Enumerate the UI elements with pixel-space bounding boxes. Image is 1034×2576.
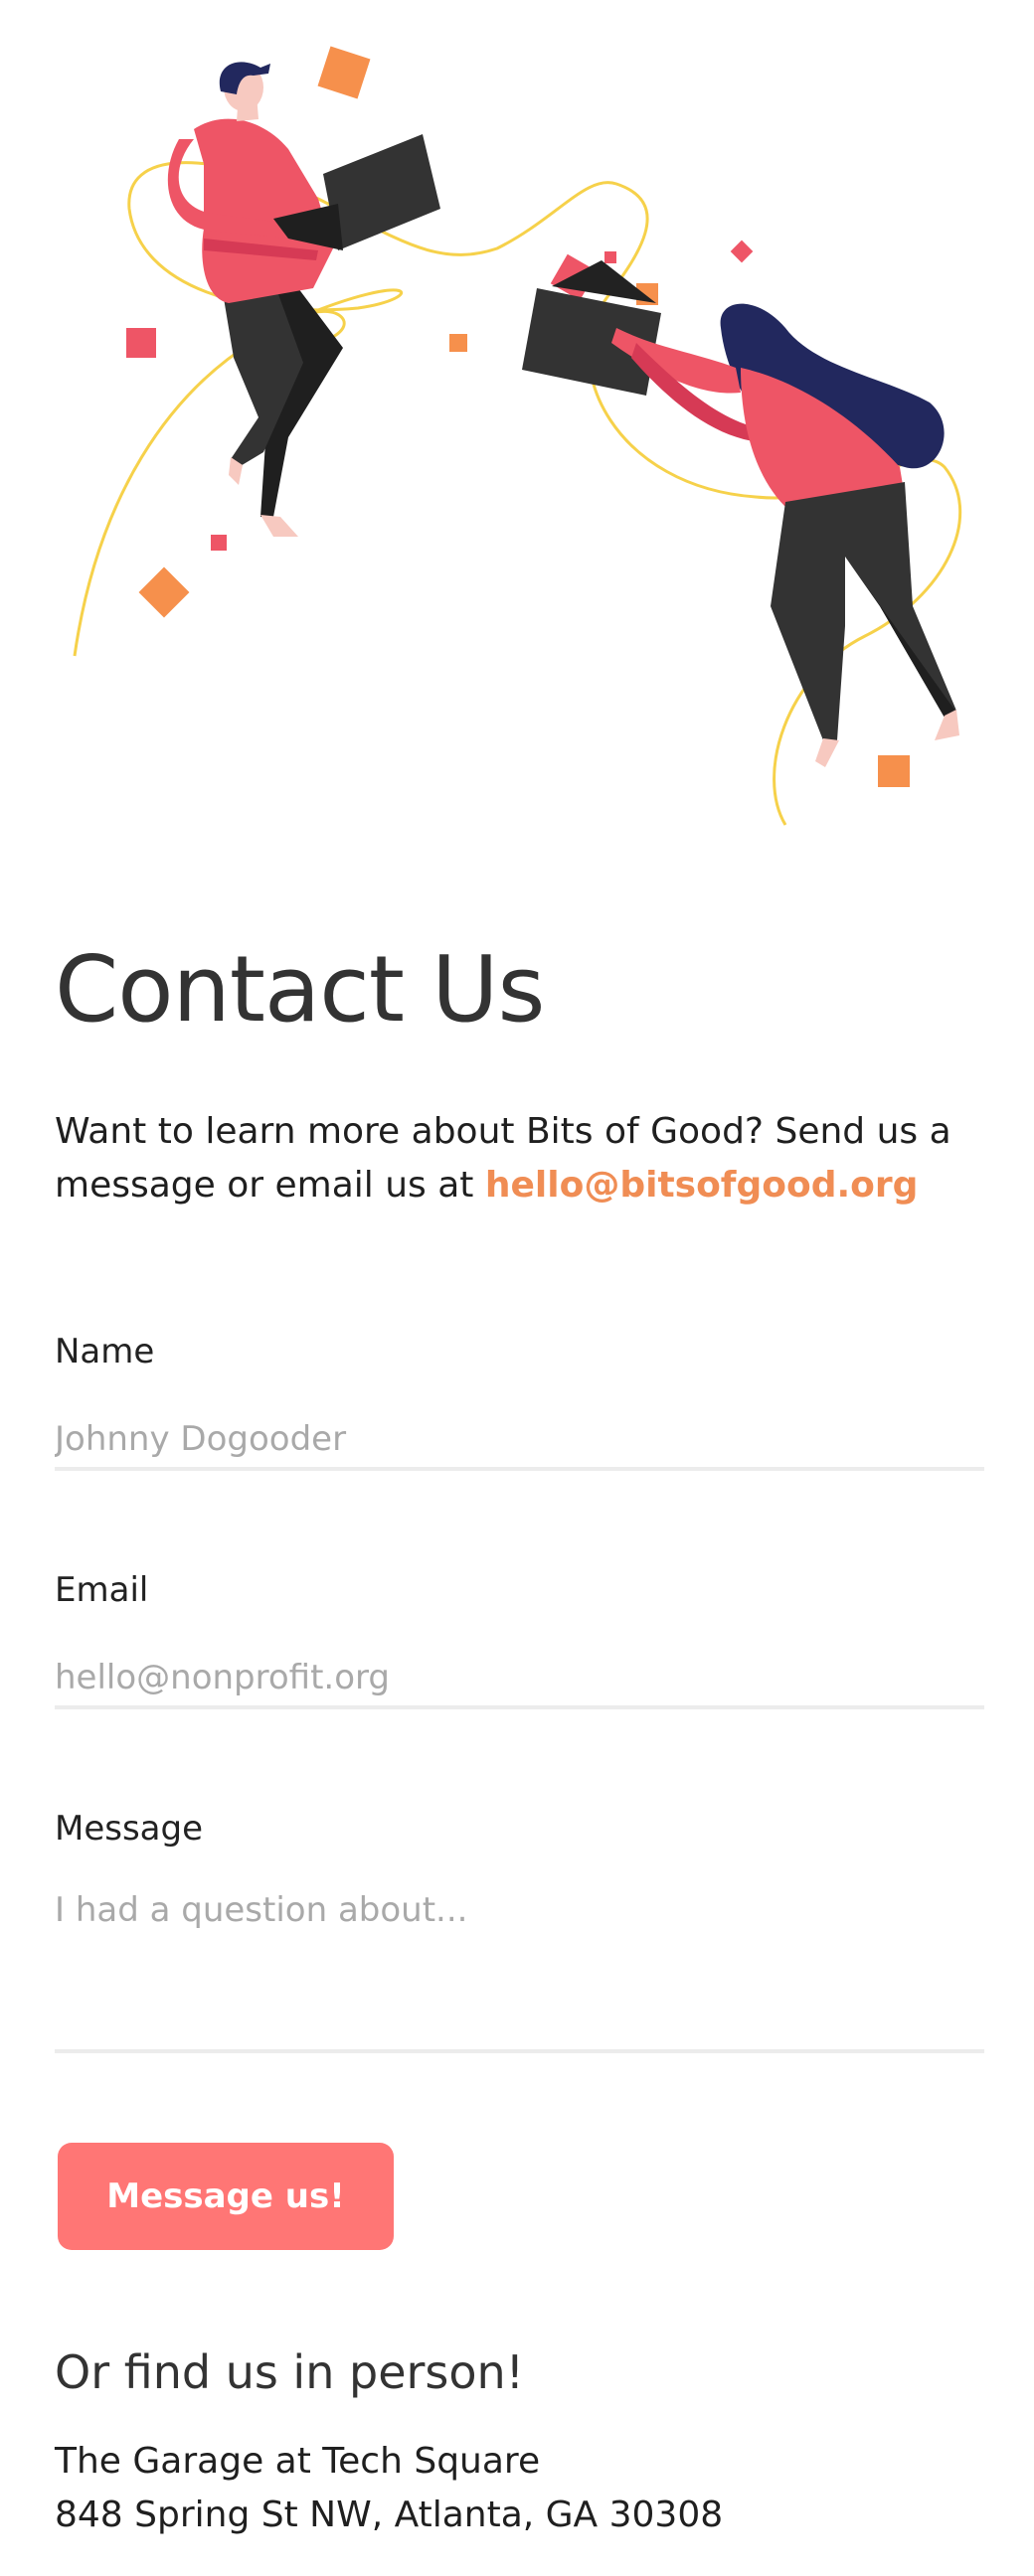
message-textarea[interactable] — [55, 1884, 984, 2053]
message-field-group: Message — [55, 1809, 984, 2053]
confetti — [604, 251, 616, 263]
confetti — [138, 566, 190, 618]
confetti — [730, 240, 754, 263]
person-right — [522, 260, 959, 767]
name-label: Name — [55, 1332, 155, 1371]
intro-text: Want to learn more about Bits of Good? S… — [55, 1105, 984, 1212]
email-label: Email — [55, 1570, 149, 1610]
message-label: Message — [55, 1809, 204, 1849]
confetti — [449, 334, 467, 352]
confetti — [126, 328, 156, 358]
email-input[interactable] — [55, 1650, 984, 1709]
address-line-1: The Garage at Tech Square — [55, 2441, 541, 2482]
name-input[interactable] — [55, 1411, 984, 1471]
message-us-button[interactable]: Message us! — [58, 2143, 394, 2250]
page-title: Contact Us — [55, 936, 545, 1043]
email-field-group: Email — [55, 1570, 984, 1709]
address-line-2: 848 Spring St NW, Atlanta, GA 30308 — [55, 2495, 724, 2535]
person-left — [167, 62, 440, 537]
hero-illustration — [73, 46, 962, 826]
in-person-heading: Or find us in person! — [55, 2345, 525, 2399]
confetti — [878, 755, 910, 787]
confetti — [317, 46, 371, 99]
confetti — [211, 535, 227, 551]
contact-section: Contact Us Want to learn more about Bits… — [55, 934, 984, 2535]
name-field-group: Name — [55, 1332, 984, 1471]
email-link[interactable]: hello@bitsofgood.org — [485, 1165, 919, 1206]
